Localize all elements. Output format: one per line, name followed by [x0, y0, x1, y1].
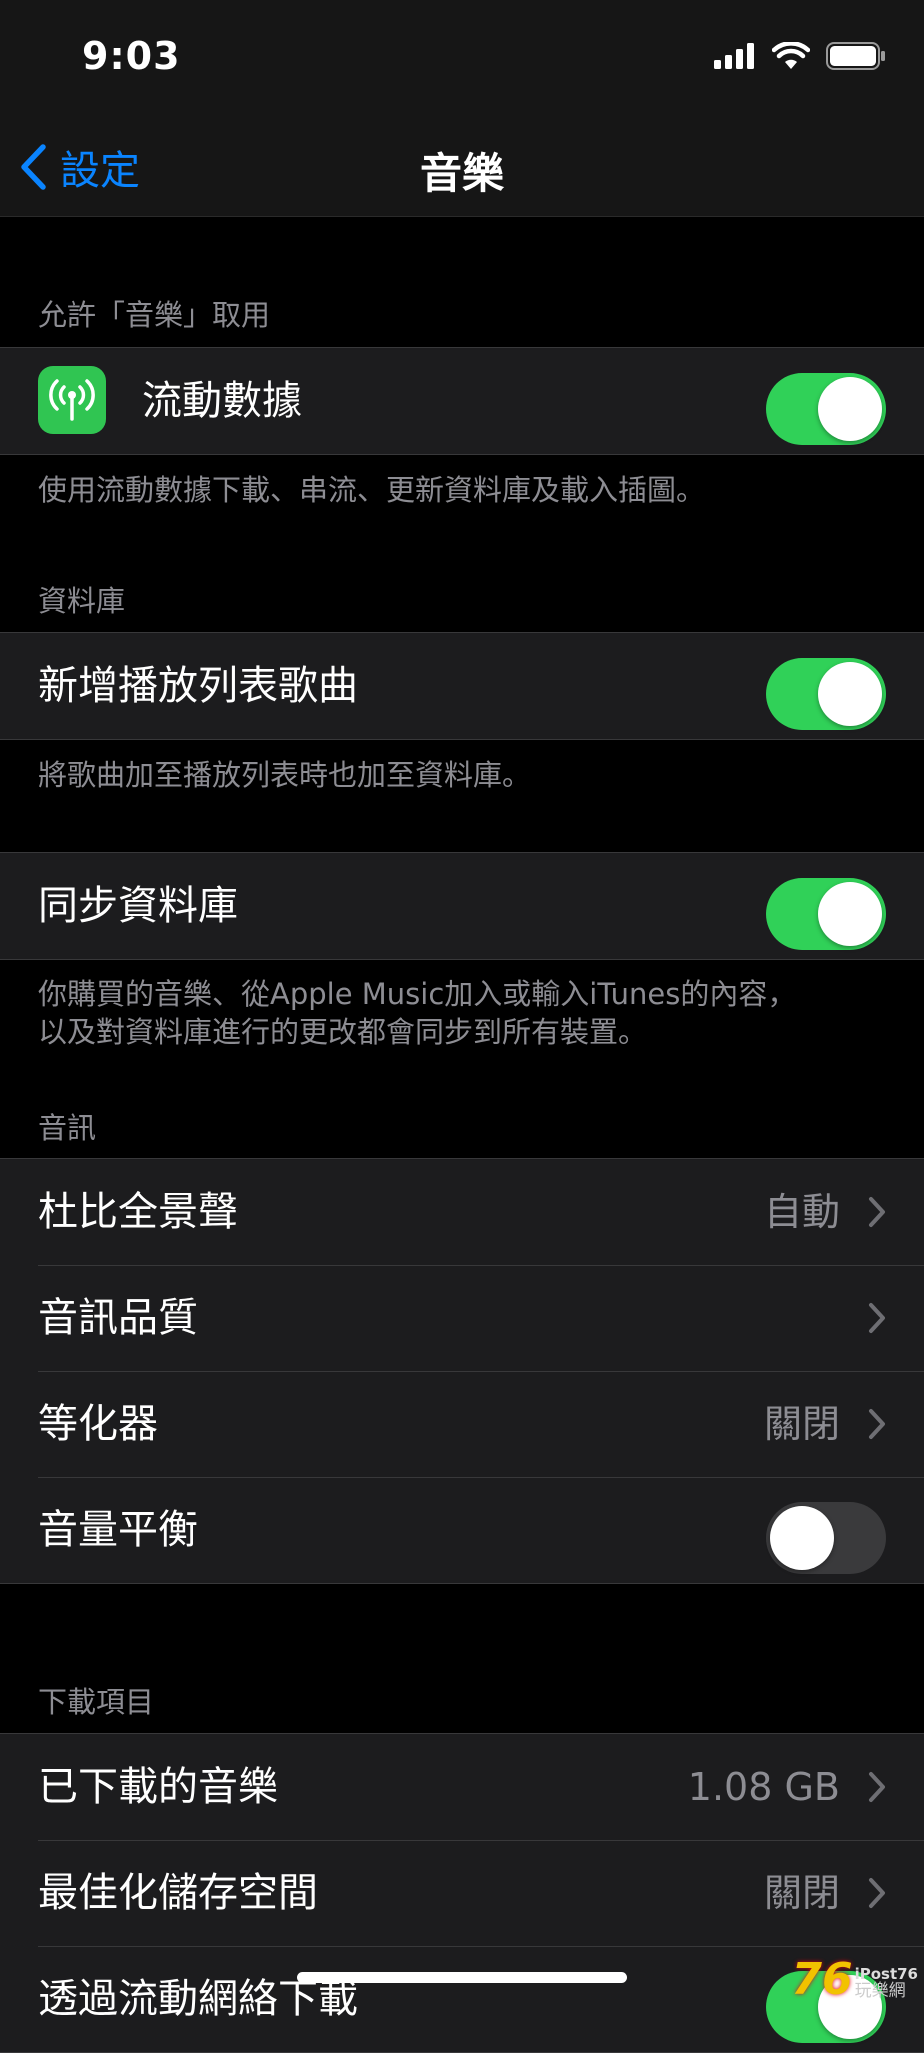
chevron-right-icon [869, 1409, 885, 1439]
cellular-antenna-icon [38, 366, 106, 434]
navigation-bar: 設定 音樂 [0, 118, 924, 217]
optimize-storage-label: 最佳化儲存空間 [38, 1870, 318, 1916]
watermark-brand: iPost76 [854, 1965, 918, 1983]
cellular-download-label: 透過流動網絡下載 [38, 1976, 358, 2022]
dolby-atmos-label: 杜比全景聲 [38, 1189, 238, 1235]
status-icons [714, 42, 886, 70]
status-time: 9:03 [82, 34, 181, 78]
cellular-data-footer: 使用流動數據下載、串流、更新資料庫及載入插圖。 [38, 473, 706, 507]
cellular-signal-icon [714, 43, 754, 69]
chevron-right-icon [869, 1197, 885, 1227]
dolby-atmos-row[interactable]: 杜比全景聲 自動 [0, 1159, 924, 1265]
sync-library-label: 同步資料庫 [38, 883, 238, 929]
status-bar: 9:03 [0, 0, 924, 118]
group-audio: 杜比全景聲 自動 音訊品質 等化器 關閉 音量平衡 [0, 1158, 924, 1584]
wifi-icon [772, 42, 810, 69]
equalizer-row[interactable]: 等化器 關閉 [0, 1371, 924, 1477]
chevron-right-icon [869, 1303, 885, 1333]
sync-library-row: 同步資料庫 [0, 853, 924, 959]
equalizer-label: 等化器 [38, 1401, 158, 1447]
section-header-audio: 音訊 [38, 1111, 97, 1145]
chevron-right-icon [869, 1878, 885, 1908]
add-playlist-songs-toggle[interactable] [766, 658, 886, 730]
dolby-atmos-value: 自動 [763, 1190, 840, 1234]
cellular-download-row: 透過流動網絡下載 [0, 1946, 924, 2052]
watermark-site: 玩樂網 [854, 1981, 906, 2001]
add-playlist-songs-row: 新增播放列表歌曲 [0, 633, 924, 739]
watermark-logo: 76 iPost76 玩樂網 [791, 1954, 918, 2005]
group-library: 新增播放列表歌曲 [0, 632, 924, 740]
cellular-data-toggle[interactable] [766, 373, 886, 445]
page-title: 音樂 [419, 149, 504, 198]
sound-check-toggle[interactable] [766, 1502, 886, 1574]
group-sync: 同步資料庫 [0, 852, 924, 960]
downloaded-music-row[interactable]: 已下載的音樂 1.08 GB [0, 1734, 924, 1840]
group-access: 流動數據 [0, 347, 924, 455]
section-header-library: 資料庫 [38, 584, 126, 618]
audio-quality-row[interactable]: 音訊品質 [0, 1265, 924, 1371]
sync-library-footer: 你購買的音樂、從Apple Music加入或輸入iTunes的內容， 以及對資料… [38, 975, 898, 1051]
cellular-data-row: 流動數據 [0, 348, 924, 454]
watermark-number: 76 [791, 1954, 853, 2005]
group-downloads: 已下載的音樂 1.08 GB 最佳化儲存空間 關閉 透過流動網絡下載 [0, 1733, 924, 2053]
equalizer-value: 關閉 [763, 1402, 840, 1446]
cellular-data-label: 流動數據 [142, 378, 302, 424]
add-playlist-songs-footer: 將歌曲加至播放列表時也加至資料庫。 [38, 758, 532, 792]
toggle-knob [770, 1506, 834, 1570]
toggle-knob [818, 377, 882, 441]
section-header-access: 允許「音樂」取用 [38, 298, 271, 332]
sync-footer-line-2: 以及對資料庫進行的更改都會同步到所有裝置。 [38, 1015, 648, 1049]
sound-check-label: 音量平衡 [38, 1507, 198, 1553]
sync-footer-line-1: 你購買的音樂、從Apple Music加入或輸入iTunes的內容， [38, 977, 797, 1011]
optimize-storage-row[interactable]: 最佳化儲存空間 關閉 [0, 1840, 924, 1946]
home-indicator[interactable] [297, 1972, 627, 1983]
battery-icon [826, 42, 885, 70]
toggle-knob [818, 882, 882, 946]
sound-check-row: 音量平衡 [0, 1477, 924, 1583]
add-playlist-songs-label: 新增播放列表歌曲 [38, 663, 358, 709]
audio-quality-label: 音訊品質 [38, 1295, 198, 1341]
downloaded-music-value: 1.08 GB [687, 1765, 840, 1809]
watermark-text: iPost76 玩樂網 [855, 1966, 918, 2000]
downloaded-music-label: 已下載的音樂 [38, 1764, 278, 1810]
chevron-right-icon [869, 1772, 885, 1802]
toggle-knob [818, 662, 882, 726]
section-header-downloads: 下載項目 [38, 1685, 155, 1719]
optimize-storage-value: 關閉 [763, 1871, 840, 1915]
sync-library-toggle[interactable] [766, 878, 886, 950]
